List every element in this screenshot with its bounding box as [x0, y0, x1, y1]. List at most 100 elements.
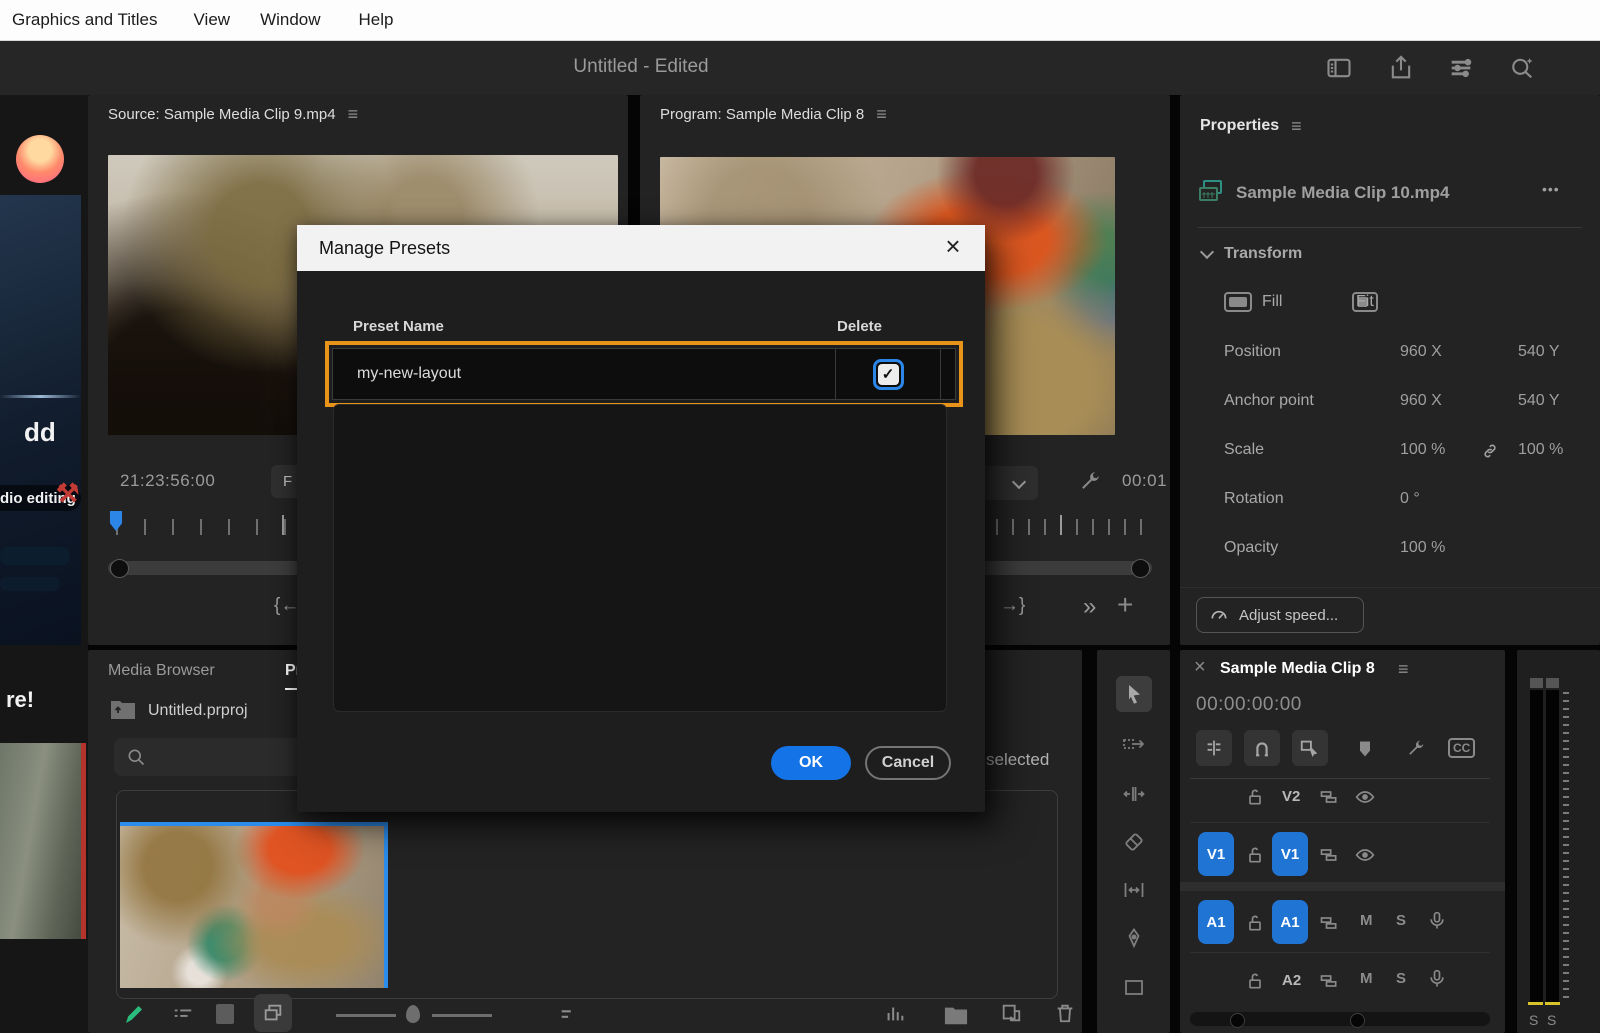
- tab-media-browser[interactable]: Media Browser: [108, 662, 215, 680]
- fit-button[interactable]: Fit: [1356, 293, 1374, 311]
- preset-name-value[interactable]: my-new-layout: [333, 365, 835, 383]
- go-to-out-icon[interactable]: →}: [1000, 595, 1025, 617]
- a1-source-patch-icon[interactable]: [1316, 910, 1342, 936]
- timeline-wrench-icon[interactable]: [1402, 736, 1428, 762]
- timeline-horizontal-band[interactable]: [1180, 882, 1505, 891]
- panel-menu-icon[interactable]: ≡: [348, 105, 359, 123]
- cancel-button[interactable]: Cancel: [865, 746, 951, 780]
- a1-voiceover-mic-icon[interactable]: [1424, 908, 1450, 934]
- v2-lock-icon[interactable]: [1242, 784, 1268, 810]
- a2-lock-icon[interactable]: [1242, 968, 1268, 994]
- v1-toggle-output-icon[interactable]: [1352, 842, 1378, 868]
- v2-track-label[interactable]: V2: [1282, 788, 1300, 805]
- go-to-in-icon[interactable]: {←: [274, 595, 299, 617]
- transform-collapse-icon[interactable]: [1200, 245, 1214, 259]
- v1-target-button[interactable]: V1: [1272, 832, 1308, 876]
- a2-mute-button[interactable]: M: [1360, 970, 1373, 987]
- meter-solo-right[interactable]: S: [1547, 1012, 1556, 1028]
- fill-button[interactable]: Fill: [1262, 293, 1282, 311]
- v2-source-patch-icon[interactable]: [1316, 784, 1342, 810]
- razor-tool[interactable]: [1116, 824, 1152, 860]
- linked-selection-button[interactable]: [1292, 730, 1328, 766]
- v1-source-patch-icon[interactable]: [1316, 842, 1342, 868]
- timeline-bottom-scrollbar[interactable]: [1190, 1012, 1490, 1026]
- opacity-value[interactable]: 100 %: [1400, 539, 1445, 557]
- captions-icon[interactable]: CC: [1448, 738, 1475, 758]
- v2-toggle-output-icon[interactable]: [1352, 784, 1378, 810]
- v1-lock-icon[interactable]: [1242, 842, 1268, 868]
- edit-pencil-icon[interactable]: [122, 1002, 146, 1031]
- transform-section-label[interactable]: Transform: [1224, 245, 1302, 263]
- thumbnail-view-icon[interactable]: [216, 1004, 234, 1024]
- icon-view-button[interactable]: [254, 994, 292, 1032]
- a1-source-button[interactable]: A1: [1198, 900, 1234, 944]
- a2-voiceover-mic-icon[interactable]: [1424, 966, 1450, 992]
- menu-help[interactable]: Help: [345, 10, 408, 30]
- anchor-x-value[interactable]: 960 X: [1400, 392, 1442, 410]
- close-tab-icon[interactable]: ×: [1194, 656, 1206, 679]
- rectangle-tool[interactable]: [1116, 970, 1152, 1006]
- menu-view[interactable]: View: [180, 10, 245, 30]
- panel-menu-icon[interactable]: ≡: [1291, 117, 1302, 135]
- v1-source-button[interactable]: V1: [1198, 832, 1234, 876]
- zoom-slider[interactable]: [336, 1012, 516, 1018]
- scale-x-value[interactable]: 100 %: [1400, 441, 1445, 459]
- enhance-search-icon[interactable]: [1508, 54, 1538, 84]
- scale-y-value[interactable]: 100 %: [1518, 441, 1563, 459]
- a2-track-label[interactable]: A2: [1282, 972, 1301, 989]
- snap-button[interactable]: [1244, 730, 1280, 766]
- trash-icon[interactable]: [1054, 1002, 1076, 1029]
- program-settings-wrench-icon[interactable]: [1076, 469, 1102, 500]
- automation-icon[interactable]: [884, 1002, 906, 1029]
- new-bin-icon[interactable]: [944, 1004, 968, 1031]
- ripple-edit-tool[interactable]: [1116, 776, 1152, 812]
- rotation-value[interactable]: 0 °: [1400, 490, 1420, 508]
- a2-solo-button[interactable]: S: [1396, 970, 1406, 987]
- delete-checkbox[interactable]: ✓: [873, 359, 904, 390]
- timeline-settings-button[interactable]: [1196, 730, 1232, 766]
- clip-more-options-icon[interactable]: •••: [1542, 181, 1560, 197]
- selection-tool[interactable]: [1116, 676, 1152, 712]
- position-x-value[interactable]: 960 X: [1400, 343, 1442, 361]
- a1-target-button[interactable]: A1: [1272, 900, 1308, 944]
- project-file-name[interactable]: Untitled.prproj: [148, 702, 248, 720]
- ok-button[interactable]: OK: [771, 746, 851, 780]
- sort-icon[interactable]: [558, 1004, 580, 1031]
- preset-row[interactable]: my-new-layout ✓: [332, 348, 956, 400]
- slip-tool[interactable]: [1116, 872, 1152, 908]
- program-monitor-title[interactable]: Program: Sample Media Clip 8: [660, 106, 864, 123]
- source-timecode[interactable]: 21:23:56:00: [120, 471, 215, 491]
- timeline-clip-tab[interactable]: Sample Media Clip 8: [1220, 660, 1375, 678]
- selection-status-label: selected: [986, 750, 1049, 770]
- pen-tool[interactable]: [1116, 920, 1152, 956]
- track-select-forward-tool[interactable]: [1116, 726, 1152, 762]
- anchor-y-value[interactable]: 540 Y: [1518, 392, 1560, 410]
- list-view-icon[interactable]: [172, 1004, 194, 1031]
- media-thumbnail[interactable]: [120, 822, 388, 988]
- a1-solo-button[interactable]: S: [1396, 912, 1406, 929]
- panel-menu-icon[interactable]: ≡: [876, 105, 887, 123]
- source-monitor-title[interactable]: Source: Sample Media Clip 9.mp4: [108, 106, 336, 123]
- scale-link-icon[interactable]: [1480, 441, 1500, 466]
- a2-source-patch-icon[interactable]: [1316, 968, 1342, 994]
- add-marker-icon[interactable]: [1352, 736, 1378, 762]
- dialog-close-icon[interactable]: ×: [937, 231, 969, 262]
- folder-up-icon[interactable]: [110, 698, 136, 725]
- add-button-icon[interactable]: +: [1117, 589, 1133, 621]
- workspaces-icon[interactable]: [1325, 54, 1355, 84]
- position-y-value[interactable]: 540 Y: [1518, 343, 1560, 361]
- a1-lock-icon[interactable]: [1242, 910, 1268, 936]
- program-timecode[interactable]: 00:01: [1122, 471, 1167, 491]
- settings-sliders-icon[interactable]: [1447, 54, 1477, 84]
- meter-solo-left[interactable]: S: [1529, 1012, 1538, 1028]
- export-share-icon[interactable]: [1387, 54, 1417, 84]
- more-transport-icon[interactable]: »: [1083, 593, 1096, 621]
- adjust-speed-button[interactable]: Adjust speed...: [1196, 597, 1364, 633]
- a1-mute-button[interactable]: M: [1360, 912, 1373, 929]
- panel-menu-icon[interactable]: ≡: [1398, 660, 1409, 678]
- property-row-scale: Scale 100 % 100 %: [1180, 441, 1600, 471]
- menu-window[interactable]: Window: [246, 10, 334, 30]
- menu-graphics-and-titles[interactable]: Graphics and Titles: [0, 10, 172, 30]
- timeline-timecode[interactable]: 00:00:00:00: [1196, 694, 1302, 716]
- new-item-icon[interactable]: [1000, 1002, 1022, 1029]
